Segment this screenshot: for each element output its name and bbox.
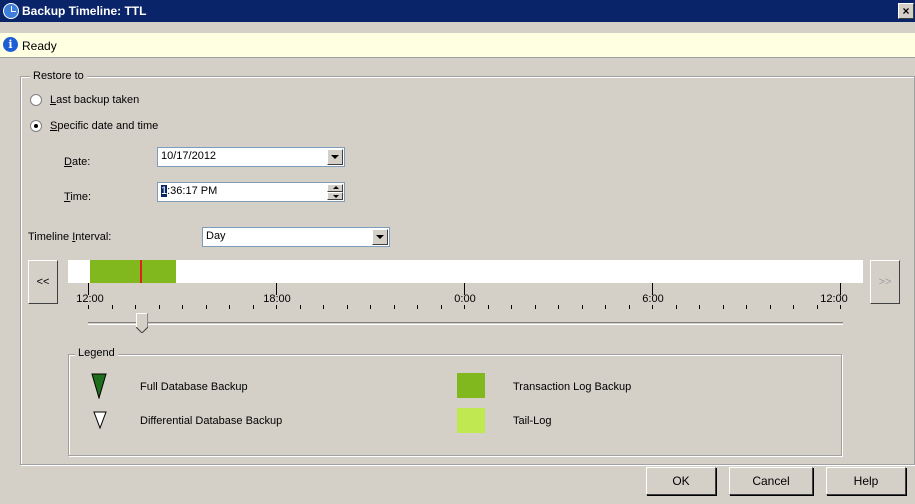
title-bar: Backup Timeline: TTL × <box>0 0 915 22</box>
minor-tick <box>370 305 371 309</box>
minor-tick <box>817 305 818 309</box>
tail-log-swatch <box>457 408 485 433</box>
minor-tick <box>182 305 183 309</box>
transaction-log-label: Transaction Log Backup <box>513 381 632 393</box>
minor-tick <box>323 305 324 309</box>
specific-date-option[interactable]: Specific date and time <box>30 120 210 134</box>
date-picker[interactable]: 10/17/2012 <box>157 147 345 167</box>
minor-tick <box>135 305 136 309</box>
status-text: Ready <box>22 39 57 53</box>
cancel-button[interactable]: Cancel <box>729 467 813 495</box>
minor-tick <box>605 305 606 309</box>
minor-tick <box>394 305 395 309</box>
minor-tick <box>347 305 348 309</box>
full-backup-label: Full Database Backup <box>140 381 248 393</box>
legend-group <box>68 354 842 456</box>
time-rest: :36:17 PM <box>167 185 218 197</box>
minor-tick <box>417 305 418 309</box>
tick-label: 6:00 <box>642 293 664 305</box>
last-backup-radio[interactable] <box>30 94 42 106</box>
last-backup-option[interactable]: Last backup taken <box>30 94 210 108</box>
timeline-ruler: 12:00 18:00 0:00 6:00 12:00 <box>76 283 848 313</box>
tick-label: 12:00 <box>820 293 848 305</box>
specific-date-radio[interactable] <box>30 120 42 132</box>
restore-to-caption: Restore to <box>30 70 87 82</box>
minor-tick <box>159 305 160 309</box>
minor-tick <box>770 305 771 309</box>
interval-dropdown-button[interactable] <box>372 229 388 245</box>
tick-label: 0:00 <box>454 293 476 305</box>
interval-value: Day <box>206 230 226 242</box>
timeline-track[interactable] <box>68 260 863 283</box>
minor-tick <box>746 305 747 309</box>
minor-tick <box>511 305 512 309</box>
time-spinner[interactable] <box>327 184 343 200</box>
specific-date-label: Specific date and time <box>50 120 159 132</box>
minor-ticks <box>88 305 848 309</box>
transaction-log-block[interactable] <box>90 260 176 283</box>
timeline-prev-button[interactable]: << <box>28 260 58 304</box>
minor-tick <box>558 305 559 309</box>
minor-tick <box>793 305 794 309</box>
minor-tick <box>206 305 207 309</box>
clock-icon <box>3 3 19 19</box>
minor-tick <box>229 305 230 309</box>
full-backup-icon <box>91 373 107 399</box>
minor-tick <box>112 305 113 309</box>
differential-backup-label: Differential Database Backup <box>140 415 283 427</box>
timeline-interval-label: Timeline Interval: <box>28 231 112 243</box>
legend-caption: Legend <box>75 347 118 359</box>
minor-tick <box>582 305 583 309</box>
minor-tick <box>464 305 465 309</box>
tail-log-label: Tail-Log <box>513 415 552 427</box>
date-value: 10/17/2012 <box>161 150 217 162</box>
date-label: Date: <box>64 156 91 168</box>
status-bar: i Ready <box>0 33 915 58</box>
date-dropdown-button[interactable] <box>327 149 343 165</box>
minor-tick <box>253 305 254 309</box>
timeline-slider-rail[interactable] <box>88 322 843 325</box>
time-input[interactable]: 1:36:17 PM <box>157 182 345 202</box>
minor-tick <box>652 305 653 309</box>
current-time-marker[interactable] <box>140 260 142 283</box>
transaction-log-swatch <box>457 373 485 398</box>
tick-label: 12:00 <box>76 293 104 305</box>
minor-tick <box>488 305 489 309</box>
minor-tick <box>300 305 301 309</box>
info-icon: i <box>3 37 18 52</box>
window-title: Backup Timeline: TTL <box>22 4 147 18</box>
minor-tick <box>441 305 442 309</box>
timeline-next-button[interactable]: >> <box>870 260 900 304</box>
minor-tick <box>723 305 724 309</box>
close-button[interactable]: × <box>898 3 914 19</box>
minor-tick <box>676 305 677 309</box>
differential-backup-icon <box>93 411 107 429</box>
time-label: Time: <box>64 191 92 203</box>
tick-label: 18:00 <box>263 293 291 305</box>
timeline-slider-thumb[interactable] <box>136 313 148 333</box>
last-backup-label: Last backup taken <box>50 94 140 106</box>
interval-select[interactable]: Day <box>202 227 390 247</box>
help-button[interactable]: Help <box>826 467 906 495</box>
ok-button[interactable]: OK <box>646 467 716 495</box>
time-spin-down[interactable] <box>327 192 343 200</box>
time-spin-up[interactable] <box>327 184 343 192</box>
minor-tick <box>699 305 700 309</box>
minor-tick <box>840 305 841 309</box>
minor-tick <box>629 305 630 309</box>
minor-tick <box>535 305 536 309</box>
minor-tick <box>276 305 277 309</box>
minor-tick <box>88 305 89 309</box>
